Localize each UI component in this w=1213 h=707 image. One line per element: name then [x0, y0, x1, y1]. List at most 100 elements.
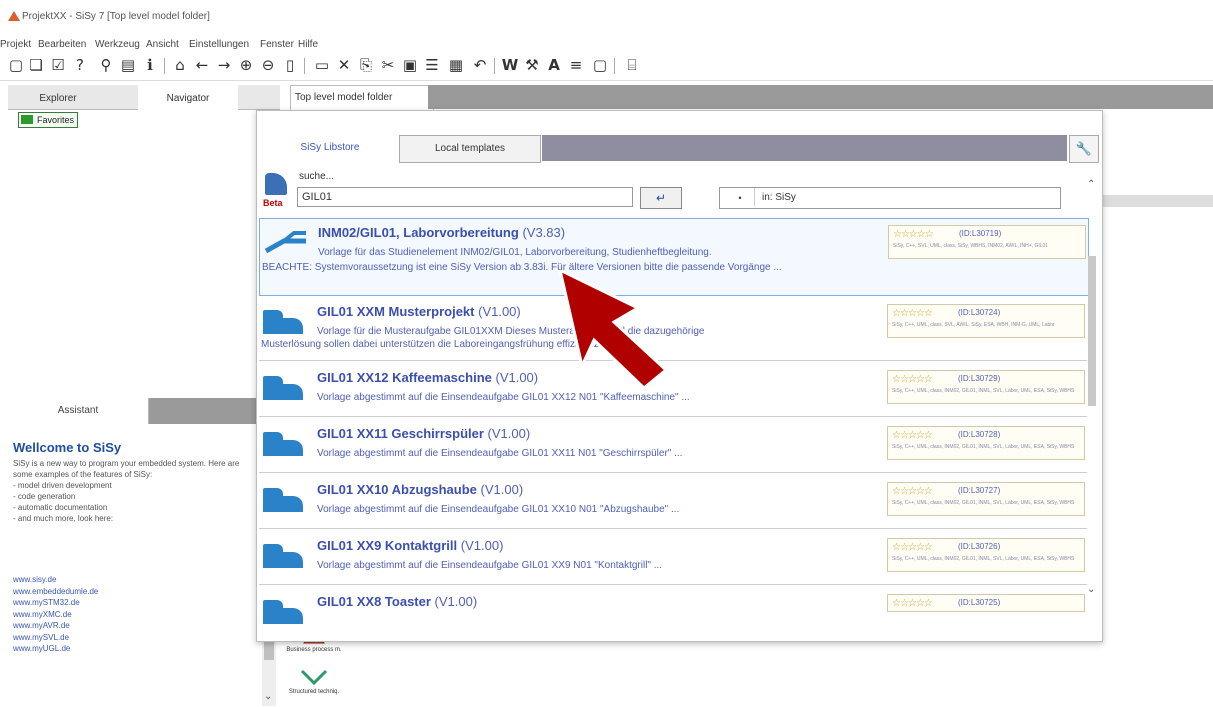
- rating-stars: ☆☆☆☆☆: [892, 598, 933, 609]
- new-doc-icon[interactable]: ▭: [312, 55, 332, 75]
- info-icon[interactable]: ℹ: [140, 55, 160, 75]
- document-tab-strip: [428, 85, 1213, 109]
- zoom-in-icon[interactable]: ⊕: [236, 55, 256, 75]
- item-id: (ID:L30728): [958, 430, 1001, 439]
- item-meta: ☆☆☆☆☆ (ID:L30725): [887, 594, 1085, 612]
- menu-hilfe[interactable]: Hilfe: [298, 39, 318, 50]
- link-sisy[interactable]: www.sisy.de: [13, 575, 56, 584]
- table-icon[interactable]: ▦: [446, 55, 466, 75]
- new-icon[interactable]: ▢: [6, 55, 26, 75]
- item-description: Vorlage abgestimmt auf die Einsendeaufga…: [317, 448, 683, 459]
- item-meta: ☆☆☆☆☆ (ID:L30719) SiSy, C++, SVL, UML, c…: [888, 225, 1086, 259]
- list-item[interactable]: GIL01 XXM Musterprojekt (V1.00) Vorlage …: [259, 298, 1087, 361]
- scroll-thumb[interactable]: [1088, 256, 1096, 406]
- delete-icon[interactable]: ✕: [334, 55, 354, 75]
- cut-icon[interactable]: ✂: [378, 55, 398, 75]
- item-name: GIL01 XX9 Kontaktgrill (V1.00): [317, 538, 504, 553]
- chevron-down-icon[interactable]: ⌄: [264, 691, 272, 702]
- libstore-logo-icon: Beta: [263, 173, 295, 209]
- item-tags: SiSy, C++, UML, class, INM02, GIL01, INM…: [892, 444, 1075, 450]
- beta-label: Beta: [263, 198, 283, 208]
- font-icon[interactable]: A: [544, 55, 564, 75]
- chevron-down-icon[interactable]: ⌄: [1087, 584, 1095, 595]
- list-item[interactable]: GIL01 XX10 Abzugshaube (V1.00) Vorlage a…: [259, 476, 1087, 529]
- tab-assistant[interactable]: Assistant: [8, 398, 149, 424]
- assistant-tabs: Assistant: [8, 398, 280, 424]
- properties-icon[interactable]: ▤: [118, 55, 138, 75]
- menu-einstellungen[interactable]: Einstellungen: [189, 39, 249, 50]
- align-icon[interactable]: ≡: [566, 55, 586, 75]
- assistant-title: Wellcome to SiSy: [13, 440, 122, 455]
- tab-sisy-libstore[interactable]: SiSy Libstore: [265, 135, 395, 161]
- list-item[interactable]: GIL01 XX12 Kaffeemaschine (V1.00) Vorlag…: [259, 364, 1087, 417]
- menu-bearbeiten[interactable]: Bearbeiten: [38, 39, 86, 50]
- item-name: GIL01 XX8 Toaster (V1.00): [317, 594, 478, 609]
- folder-icon: [263, 374, 307, 400]
- undo-icon[interactable]: ↶: [470, 55, 490, 75]
- edit-icon[interactable]: ☑: [48, 55, 68, 75]
- results-scrollbar[interactable]: ⌃ ⌄: [1085, 171, 1099, 595]
- link-myxmc[interactable]: www.myXMC.de: [13, 610, 72, 619]
- link-mystm32[interactable]: www.mySTM32.de: [13, 598, 80, 607]
- dialog-tabs: SiSy Libstore Local templates 🔧: [257, 135, 1102, 163]
- tab-navigator[interactable]: Navigator: [138, 85, 238, 110]
- link-mysvl[interactable]: www.mySVL.de: [13, 633, 69, 642]
- folder-icon: [263, 542, 307, 568]
- tab-local-templates[interactable]: Local templates: [399, 135, 541, 163]
- list-item[interactable]: GIL01 XX11 Geschirrspüler (V1.00) Vorlag…: [259, 420, 1087, 473]
- link-myugl[interactable]: www.myUGL.de: [13, 644, 70, 653]
- help-icon[interactable]: ?: [70, 55, 90, 75]
- background-bar: [1101, 195, 1213, 207]
- search-input[interactable]: [297, 187, 633, 207]
- forward-icon[interactable]: →: [214, 55, 234, 75]
- rating-stars: ☆☆☆☆☆: [892, 486, 933, 497]
- menu-fenster[interactable]: Fenster: [260, 39, 294, 50]
- paste-icon[interactable]: ▣: [400, 55, 420, 75]
- scope-dropdown-icon[interactable]: •: [726, 188, 755, 206]
- tree-item-favorites[interactable]: Favorites: [18, 112, 79, 128]
- item-name: GIL01 XX11 Geschirrspüler (V1.00): [317, 426, 531, 441]
- menu-ansicht[interactable]: Ansicht: [146, 39, 179, 50]
- link-embeddeduml[interactable]: www.embeddedumle.de: [13, 587, 98, 596]
- menu-projekt[interactable]: Projekt: [0, 39, 31, 50]
- home-icon[interactable]: ⌂: [170, 55, 190, 75]
- folder-icon: [263, 308, 307, 334]
- menu-werkzeug[interactable]: Werkzeug: [95, 39, 140, 50]
- page-icon[interactable]: ▯: [280, 55, 300, 75]
- assistant-intro: SiSy is a new way to program your embedd…: [13, 459, 240, 523]
- word-icon[interactable]: W: [500, 55, 520, 75]
- assistant-panel: Wellcome to SiSy SiSy is a new way to pr…: [8, 424, 260, 706]
- chevron-up-icon[interactable]: ⌃: [1087, 179, 1095, 190]
- open-icon[interactable]: ❏: [26, 55, 46, 75]
- scope-select[interactable]: • in: SiSy: [719, 187, 1061, 209]
- list-icon[interactable]: ☰: [422, 55, 442, 75]
- back-icon[interactable]: ←: [192, 55, 212, 75]
- copy-icon[interactable]: ⎘: [356, 55, 376, 75]
- list-item[interactable]: INM02/GIL01, Laborvorbereitung (V3.83) V…: [259, 218, 1089, 296]
- window-title: ProjektXX - SiSy 7 [Top level model fold…: [22, 11, 210, 22]
- item-tags: SiSy, C++, UML, class, INM02, GIL01, INM…: [892, 556, 1075, 562]
- list-item[interactable]: GIL01 XX8 Toaster (V1.00) ☆☆☆☆☆ (ID:L307…: [259, 588, 1087, 628]
- tools-icon[interactable]: ⚒: [522, 55, 542, 75]
- tab-top-level-model-folder[interactable]: Top level model folder: [290, 85, 434, 110]
- wrench-icon[interactable]: 🔧: [1069, 135, 1099, 163]
- link-myavr[interactable]: www.myAVR.de: [13, 621, 70, 630]
- frame-icon[interactable]: ▢: [590, 55, 610, 75]
- assistant-links: www.sisy.de www.embeddedumle.de www.myST…: [13, 574, 98, 655]
- zoom-out-icon[interactable]: ⊖: [258, 55, 278, 75]
- item-name: GIL01 XX10 Abzugshaube (V1.00): [317, 482, 524, 497]
- item-tags: SiSy, C++, UML, class, INM02, GIL01, INM…: [892, 388, 1075, 394]
- rating-stars: ☆☆☆☆☆: [892, 308, 933, 319]
- item-description: Vorlage abgestimmt auf die Einsendeaufga…: [317, 560, 663, 571]
- search-area: Beta suche... ↵ • in: SiSy: [257, 167, 1102, 217]
- rating-stars: ☆☆☆☆☆: [892, 430, 933, 441]
- list-item[interactable]: GIL01 XX9 Kontaktgrill (V1.00) Vorlage a…: [259, 532, 1087, 585]
- tab-explorer[interactable]: Explorer: [8, 85, 108, 109]
- palette-item-structured[interactable]: Structured techniq.: [284, 667, 344, 707]
- item-id: (ID:L30726): [958, 542, 1001, 551]
- binoculars-icon[interactable]: ⚲: [96, 55, 116, 75]
- item-meta: ☆☆☆☆☆ (ID:L30727) SiSy, C++, UML, class,…: [887, 482, 1085, 516]
- folder-icon: [263, 598, 307, 624]
- libstore-icon[interactable]: ⌸: [622, 55, 642, 75]
- search-button[interactable]: ↵: [640, 187, 682, 209]
